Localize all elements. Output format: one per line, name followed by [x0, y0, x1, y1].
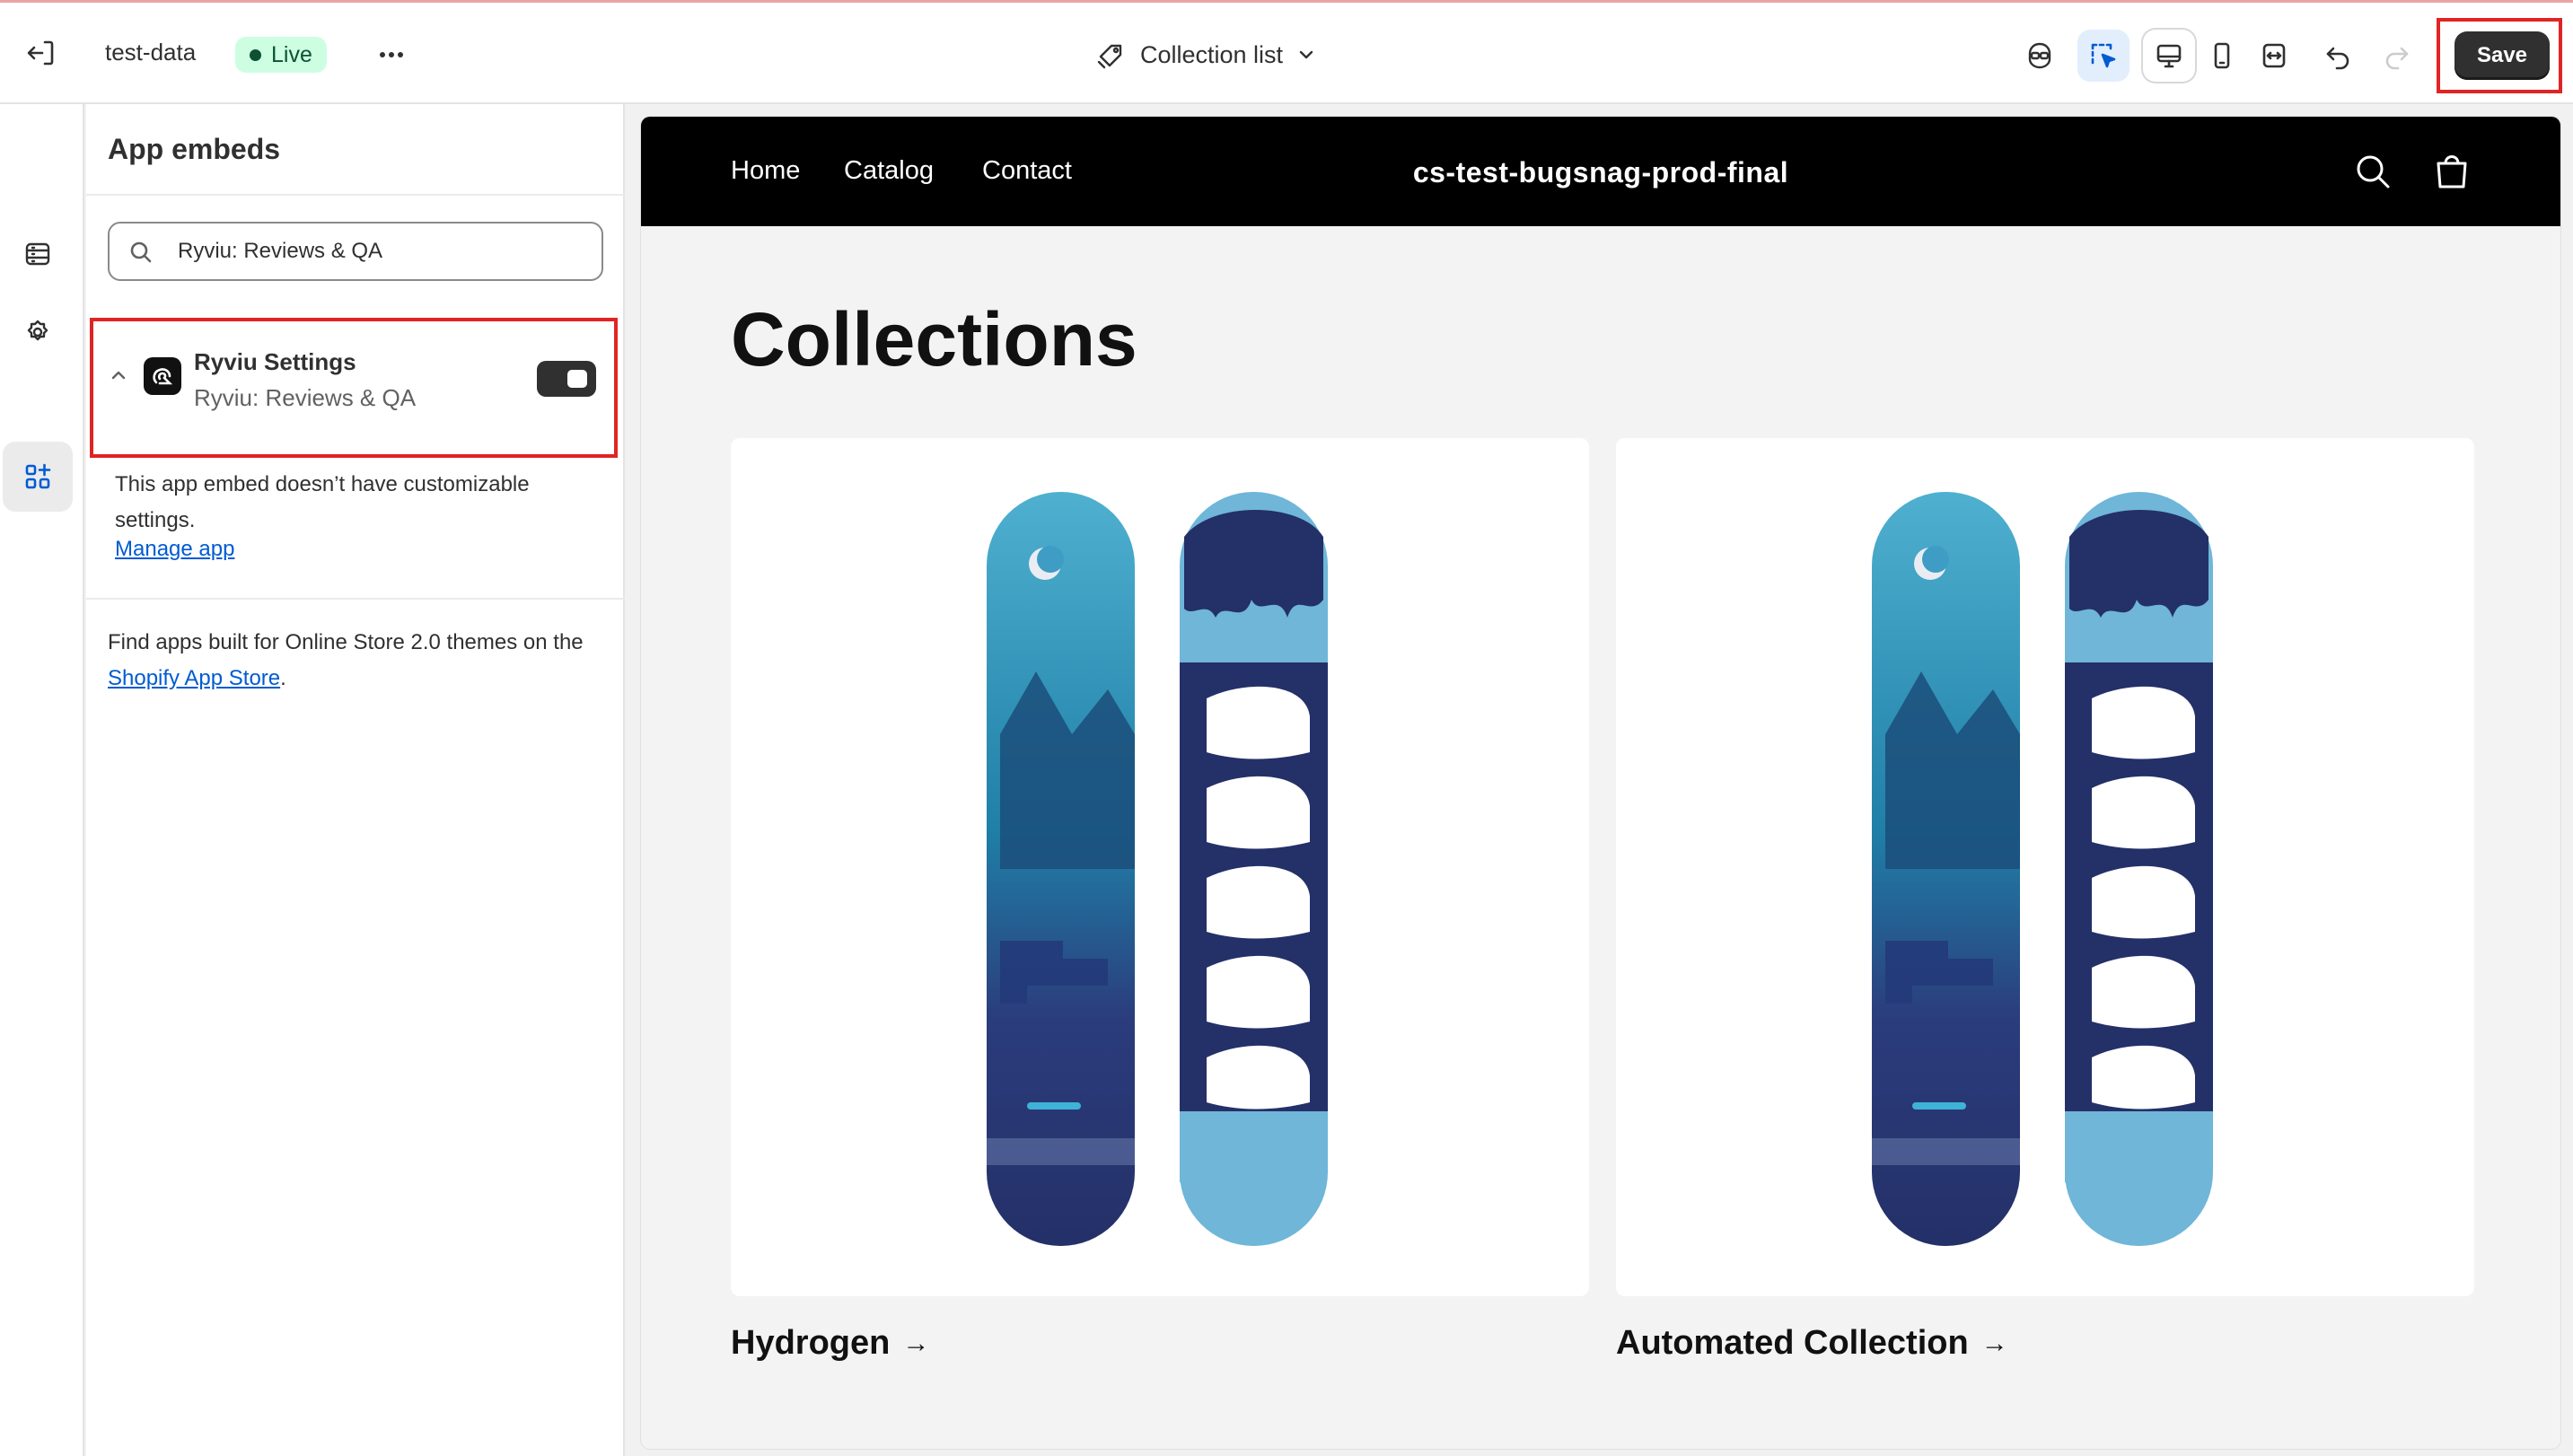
- desktop-view-icon[interactable]: [2143, 30, 2195, 82]
- snowboard-product-image: [1872, 492, 2213, 1246]
- store-title[interactable]: cs-test-bugsnag-prod-final: [641, 156, 2560, 189]
- status-dot-icon: [250, 49, 261, 61]
- arrow-right-icon: →: [1980, 1328, 2008, 1358]
- app-embeds-panel: App embeds Ryviu Settings Ryviu: Reviews…: [86, 104, 625, 1456]
- store-header: Home Catalog Contact cs-test-bugsnag-pro…: [641, 117, 2560, 226]
- collection-title-automated[interactable]: Automated Collection →: [1616, 1324, 2008, 1363]
- collection-card-hydrogen[interactable]: [731, 438, 1589, 1296]
- cart-icon[interactable]: [2431, 151, 2472, 192]
- template-label: Collection list: [1140, 40, 1284, 68]
- editor-left-rail: [0, 104, 84, 1456]
- snowboard-product-image: [987, 492, 1328, 1246]
- app-embeds-icon[interactable]: [3, 442, 73, 512]
- exit-icon[interactable]: [25, 37, 57, 69]
- theme-settings-gear-icon[interactable]: [3, 298, 73, 368]
- live-status-label: Live: [271, 42, 312, 67]
- find-apps-suffix: .: [280, 666, 286, 690]
- collection-title-text: Automated Collection: [1616, 1324, 1969, 1362]
- search-input[interactable]: [178, 224, 591, 279]
- inspector-icon[interactable]: [2077, 30, 2130, 82]
- collection-card-automated[interactable]: [1616, 438, 2474, 1296]
- live-status-badge: Live: [235, 37, 327, 73]
- find-apps-text: Find apps built for Online Store 2.0 the…: [108, 625, 610, 697]
- template-icon: [1097, 44, 1122, 69]
- divider: [86, 194, 625, 196]
- chevron-down-icon: [1299, 50, 1313, 59]
- divider: [86, 598, 625, 600]
- mobile-view-icon[interactable]: [2196, 30, 2248, 82]
- app-embed-highlight-box: [90, 318, 618, 458]
- find-apps-prefix: Find apps built for Online Store 2.0 the…: [108, 630, 584, 654]
- store-name: test-data: [105, 39, 197, 66]
- app-embed-search[interactable]: [108, 222, 603, 281]
- shopify-app-store-link[interactable]: Shopify App Store: [108, 666, 280, 690]
- undo-icon[interactable]: [2313, 30, 2365, 82]
- collection-title-text: Hydrogen: [731, 1324, 891, 1362]
- collection-title-hydrogen[interactable]: Hydrogen →: [731, 1324, 929, 1363]
- search-icon: [130, 241, 152, 263]
- arrow-right-icon: →: [902, 1328, 930, 1358]
- page-heading: Collections: [731, 297, 1137, 382]
- full-width-view-icon[interactable]: [2248, 30, 2300, 82]
- search-icon[interactable]: [2352, 151, 2393, 192]
- sections-icon[interactable]: [3, 219, 73, 289]
- save-highlight-box: [2437, 18, 2562, 93]
- storefront-preview[interactable]: Home Catalog Contact cs-test-bugsnag-pro…: [641, 117, 2560, 1449]
- customer-view-icon[interactable]: [2014, 30, 2066, 82]
- redo-icon[interactable]: [2370, 30, 2422, 82]
- app-embed-description: This app embed doesn’t have customizable…: [115, 472, 530, 532]
- more-actions-icon[interactable]: [375, 39, 408, 71]
- editor-topbar: test-data Live Collection list Save: [0, 0, 2573, 104]
- panel-title: App embeds: [108, 133, 281, 165]
- manage-app-link[interactable]: Manage app: [115, 537, 234, 562]
- template-selector[interactable]: Collection list: [1095, 35, 1317, 75]
